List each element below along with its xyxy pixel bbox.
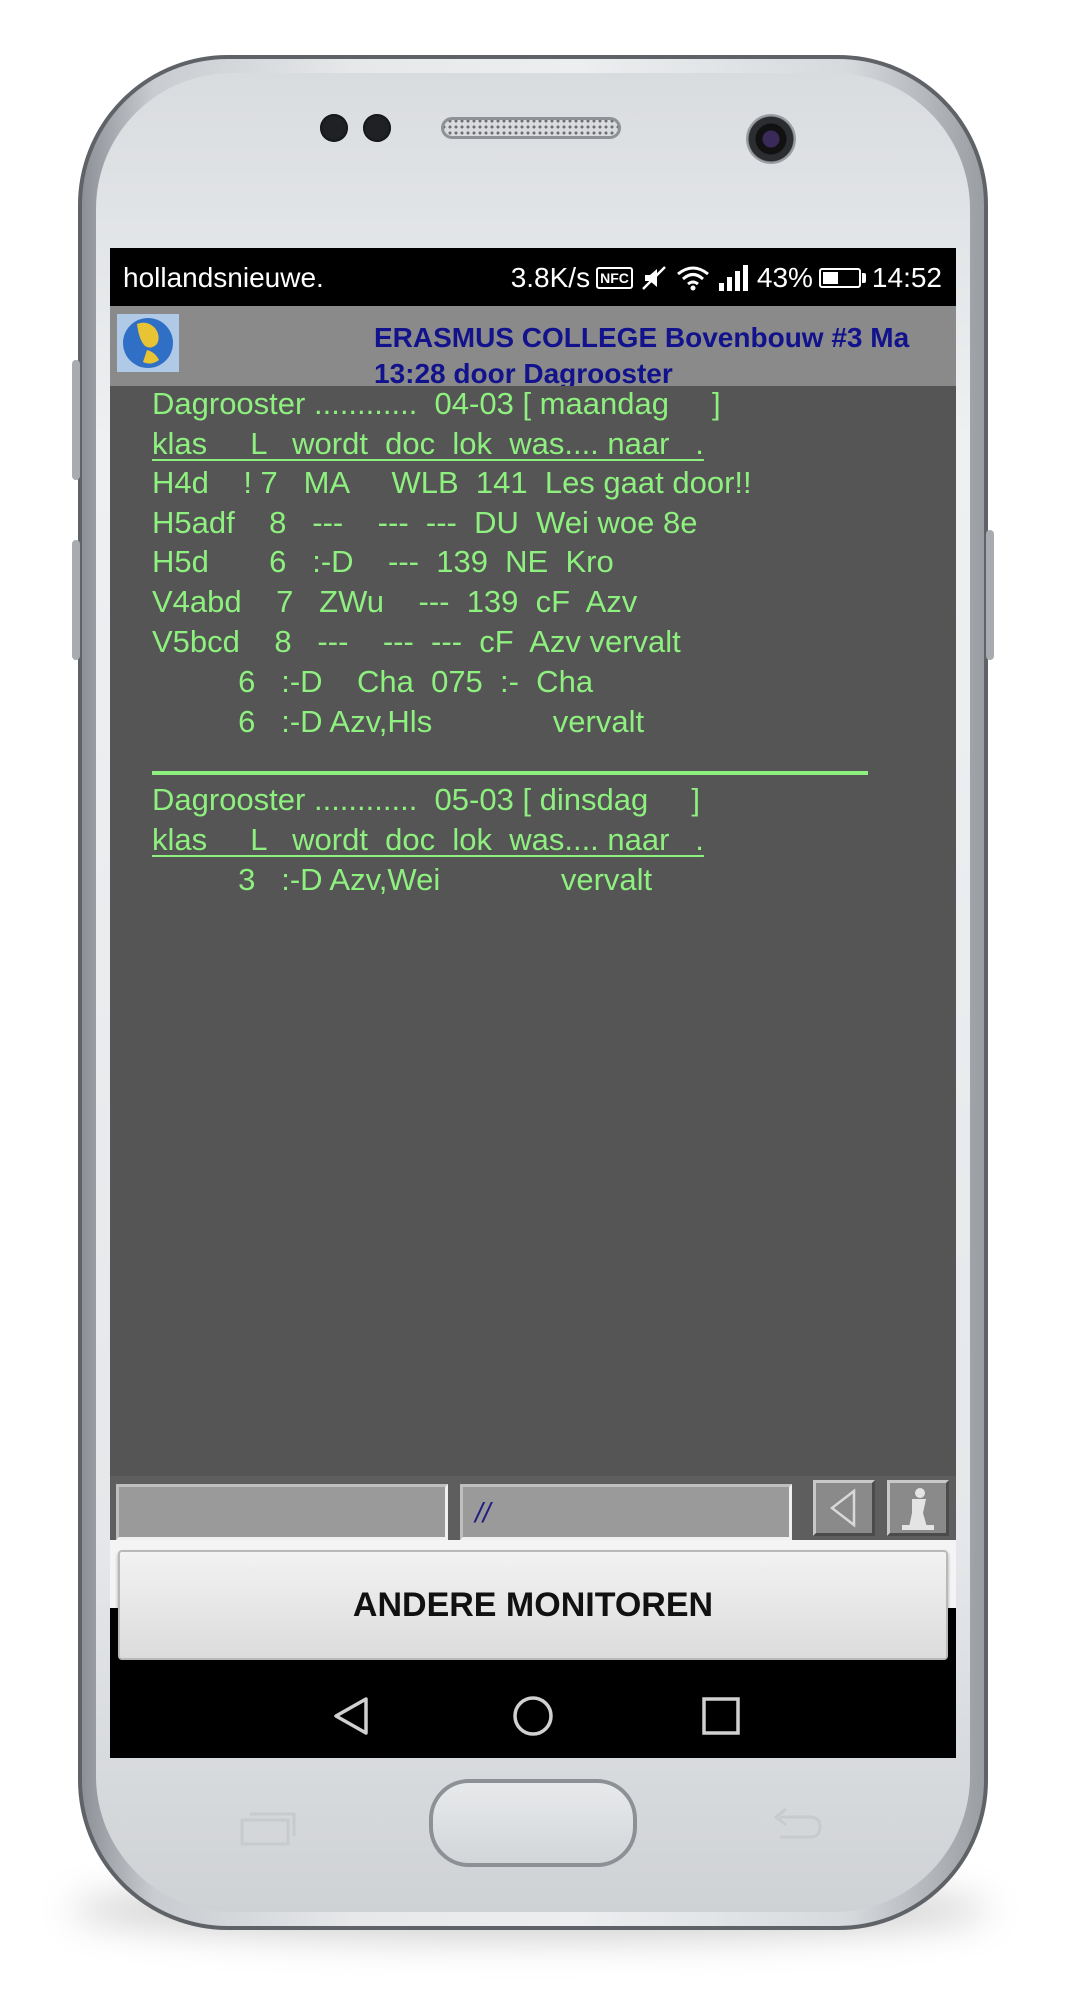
bottom-panel: // ANDERE MONITOREN xyxy=(110,1476,956,1660)
globe-logo-icon xyxy=(123,318,173,368)
schedule-row: 6 :-D Cha 075 :- Cha xyxy=(152,664,594,699)
front-camera xyxy=(746,114,796,164)
schedule-row: 6 :-D Azv,Hls vervalt xyxy=(152,704,645,739)
statue-icon xyxy=(902,1488,934,1530)
signal-icon xyxy=(718,265,748,291)
schedule-row: H4d ! 7 MA WLB 141 Les gaat door!! xyxy=(152,465,752,500)
schedule-row: V4abd 7 ZWu --- 139 cF Azv xyxy=(152,584,638,619)
wifi-icon xyxy=(676,266,709,291)
battery-percent: 43% xyxy=(756,262,813,293)
status-icons: 3.8K/s NFC 43% 14:52 xyxy=(511,262,942,294)
back-icon[interactable] xyxy=(328,1693,374,1739)
schedule-columns-header: klas L wordt doc lok was.... naar . xyxy=(152,426,704,461)
volume-up-button xyxy=(72,360,80,480)
schedule-header-tuesday: Dagrooster ............ 05-03 [ dinsdag … xyxy=(152,782,700,817)
sensor-dot-left xyxy=(320,114,348,142)
schedule-content: Dagrooster ............ 04-03 [ maandag … xyxy=(110,386,956,1608)
schedule-columns-header: klas L wordt doc lok was.... naar . xyxy=(152,822,704,857)
clock: 14:52 xyxy=(871,262,942,293)
schedule-row: H5d 6 :-D --- 139 NE Kro xyxy=(152,544,614,579)
other-monitors-button[interactable]: ANDERE MONITOREN xyxy=(118,1550,948,1660)
schedule-separator xyxy=(152,771,868,775)
input-row: // xyxy=(110,1476,956,1540)
app-bar: ERASMUS COLLEGE Bovenbouw #3 Ma 13:28 do… xyxy=(110,306,956,386)
statue-button[interactable] xyxy=(887,1480,949,1536)
earpiece-speaker xyxy=(441,117,621,139)
previous-button[interactable] xyxy=(813,1480,875,1536)
status-bar: hollandsnieuwe. 3.8K/s NFC 43% 14:52 xyxy=(110,248,956,306)
battery-icon xyxy=(818,268,861,288)
battery-tip xyxy=(861,273,866,283)
right-input[interactable]: // xyxy=(460,1484,792,1540)
mute-icon xyxy=(641,266,666,290)
hardware-recents-icon xyxy=(240,1812,296,1846)
screen: hollandsnieuwe. 3.8K/s NFC 43% 14:52 ERA… xyxy=(110,248,956,1758)
carrier-label: hollandsnieuwe. xyxy=(123,262,324,293)
nfc-icon: NFC xyxy=(596,267,633,289)
sensor-dot-right xyxy=(363,114,391,142)
battery-fill xyxy=(822,272,838,284)
schedule-row: V5bcd 8 --- --- --- cF Azv vervalt xyxy=(152,624,681,659)
volume-down-button xyxy=(72,540,80,660)
app-title-line2: 13:28 door Dagrooster xyxy=(374,358,673,386)
hardware-back-icon xyxy=(773,1807,822,1839)
app-title: ERASMUS COLLEGE Bovenbouw #3 Ma 13:28 do… xyxy=(374,320,956,386)
navigation-bar xyxy=(110,1673,956,1758)
home-icon[interactable] xyxy=(510,1693,556,1739)
hardware-home-button[interactable] xyxy=(429,1779,637,1867)
app-title-line1: ERASMUS COLLEGE Bovenbouw #3 Ma xyxy=(374,322,910,353)
left-input[interactable] xyxy=(116,1484,448,1540)
schedule-row: 3 :-D Azv,Wei vervalt xyxy=(152,862,653,897)
schedule-row: H5adf 8 --- --- --- DU Wei woe 8e xyxy=(152,505,698,540)
app-logo xyxy=(117,314,179,372)
schedule-header-monday: Dagrooster ............ 04-03 [ maandag … xyxy=(152,386,721,421)
recents-icon[interactable] xyxy=(698,1693,744,1739)
network-speed: 3.8K/s xyxy=(510,262,591,293)
power-button xyxy=(986,530,994,660)
triangle-left-icon xyxy=(829,1488,856,1528)
